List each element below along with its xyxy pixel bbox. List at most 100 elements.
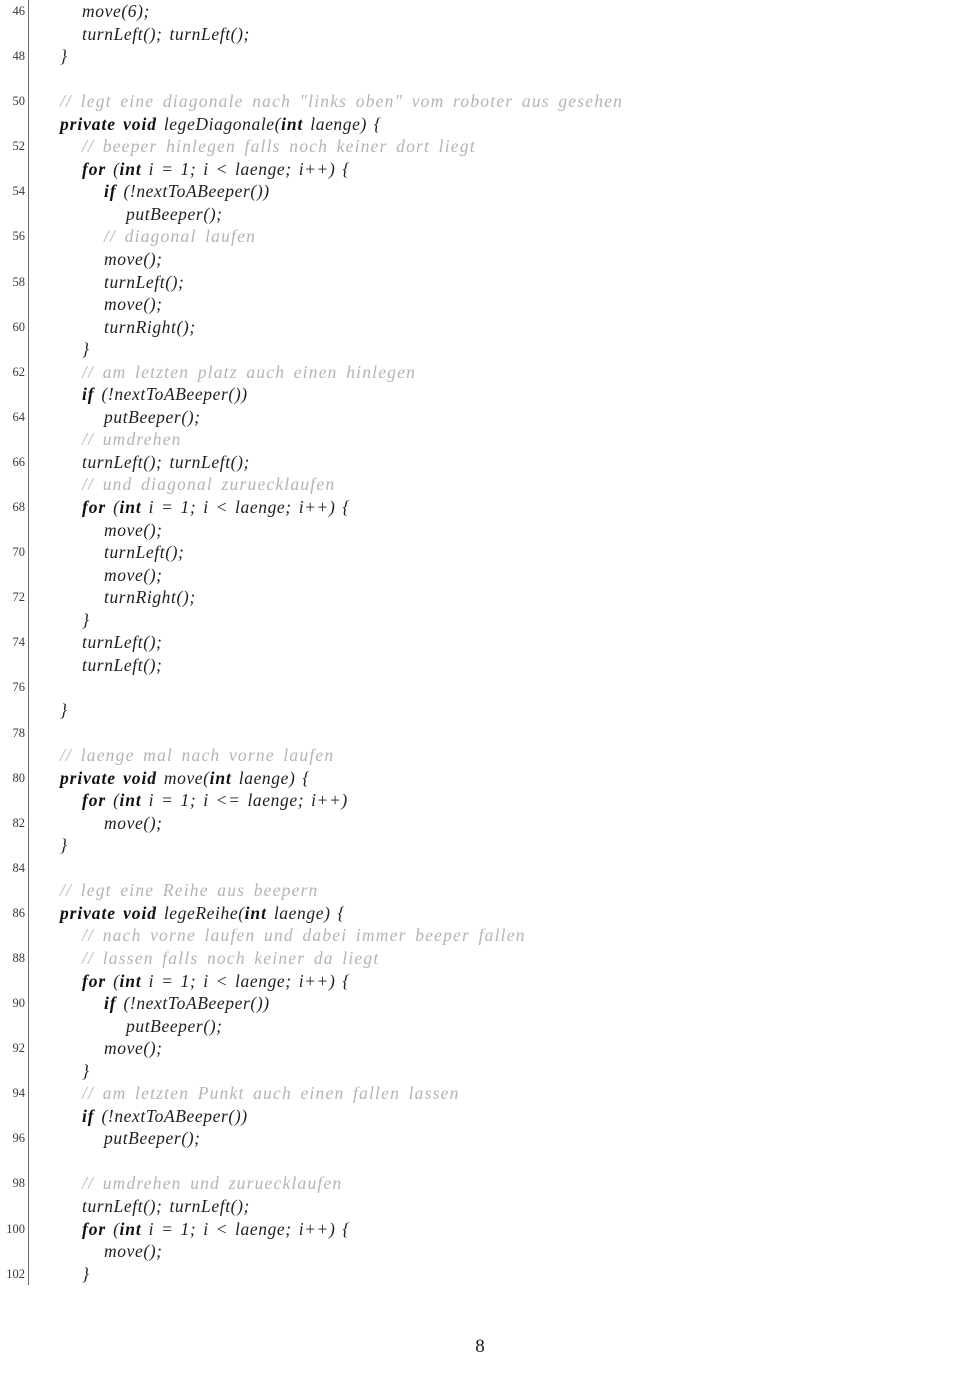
code-token-punc: }	[82, 609, 90, 630]
code-token-punc: }	[60, 835, 68, 856]
code-line-text: move();	[38, 248, 163, 271]
gutter-rule	[28, 992, 30, 1015]
gutter-rule	[28, 112, 30, 136]
code-token-id: move(	[156, 767, 210, 788]
gutter-rule	[28, 1014, 30, 1038]
code-token-cmt: // laenge mal nach vorne laufen	[60, 745, 335, 766]
line-number: 98	[12, 1176, 26, 1191]
code-line-text: putBeeper();	[38, 1015, 223, 1038]
code-token-cmt: // umdrehen	[82, 429, 182, 450]
code-line-text: for (int i = 1; i < laenge; i++) {	[38, 496, 350, 519]
line-number: 68	[12, 500, 26, 515]
code-token-id: (	[106, 970, 120, 991]
line-number: 76	[12, 680, 26, 695]
gutter-rule	[28, 180, 30, 203]
code-token-kw: for	[82, 970, 107, 991]
code-token-id: i = 1; i < laenge; i++) {	[141, 158, 350, 179]
code-line-text: // lassen falls noch keiner da liegt	[38, 947, 379, 970]
code-token-id: move();	[104, 519, 163, 540]
gutter-rule	[28, 1262, 30, 1286]
code-line: 46 move(6);	[0, 0, 960, 23]
code-token-kw: for	[82, 158, 107, 179]
line-number: 84	[12, 860, 26, 875]
code-token-id: (	[106, 790, 120, 811]
line-number: 94	[12, 1086, 26, 1101]
line-number: 92	[12, 1041, 26, 1056]
code-line: }	[0, 834, 960, 857]
gutter-rule	[28, 1082, 30, 1105]
code-line: 92 move();	[0, 1037, 960, 1060]
code-token-id: turnLeft();	[82, 654, 163, 675]
code-line: turnLeft();	[0, 653, 960, 677]
code-line: 96 putBeeper();	[0, 1127, 960, 1150]
code-line-text: turnLeft();	[38, 271, 184, 294]
code-line-text: turnLeft(); turnLeft();	[38, 1195, 250, 1218]
gutter-rule	[28, 924, 30, 947]
gutter-rule	[28, 383, 30, 406]
line-number: 50	[12, 94, 26, 109]
line-number: 64	[12, 409, 26, 424]
code-line: move();	[0, 1240, 960, 1263]
code-token-cmt: // beeper hinlegen falls noch keiner dor…	[82, 136, 476, 157]
gutter-rule	[28, 202, 30, 226]
code-token-kw: if	[104, 181, 117, 202]
code-line: move();	[0, 248, 960, 271]
code-token-id: move();	[104, 812, 163, 833]
code-line: 68 for (int i = 1; i < laenge; i++) {	[0, 496, 960, 519]
gutter-rule	[28, 1127, 30, 1150]
code-token-id: i = 1; i < laenge; i++) {	[141, 497, 350, 518]
code-token-id: putBeeper();	[126, 1015, 223, 1036]
code-line: 62 // am letzten platz auch einen hinlege…	[0, 360, 960, 384]
line-number: 66	[12, 454, 26, 469]
page-number: 8	[475, 1336, 485, 1357]
code-token-kw: int	[281, 113, 304, 134]
code-token-kw: int	[119, 158, 142, 179]
code-token-id: i = 1; i < laenge; i++) {	[141, 970, 350, 991]
line-number: 90	[12, 996, 26, 1011]
code-line-text: }	[38, 609, 90, 632]
code-line-text: // umdrehen und zuruecklaufen	[38, 1172, 342, 1195]
code-line: for (int i = 1; i <= laenge; i++)	[0, 789, 960, 812]
gutter-rule	[28, 563, 30, 587]
code-token-id: laenge) {	[266, 902, 346, 923]
line-number: 88	[12, 950, 26, 965]
code-token-id: (	[106, 158, 120, 179]
gutter-rule	[28, 157, 30, 181]
code-token-id: laenge) {	[303, 113, 382, 134]
code-token-id: (	[106, 1218, 120, 1239]
code-line: 94 // am letzten Punkt auch einen fallen …	[0, 1082, 960, 1105]
code-line-text: }	[38, 699, 68, 722]
code-line: 74 turnLeft();	[0, 631, 960, 654]
code-token-kw: private void	[60, 113, 157, 134]
code-line: // nach vorne laufen und dabei immer bee…	[0, 924, 960, 947]
code-line-text: move();	[38, 812, 163, 835]
code-token-id: move();	[104, 1241, 163, 1262]
code-line: 58 turnLeft();	[0, 270, 960, 294]
code-line: for (int i = 1; i < laenge; i++) {	[0, 969, 960, 993]
code-line-text: for (int i = 1; i < laenge; i++) {	[38, 158, 350, 181]
code-line: 50 // legt eine diagonale nach "links obe…	[0, 90, 960, 113]
code-line-text: // am letzten platz auch einen hinlegen	[38, 361, 416, 384]
gutter-rule	[28, 721, 30, 745]
code-token-kw: if	[82, 1105, 95, 1126]
code-line-text: putBeeper();	[38, 406, 201, 429]
code-line-text: private void legeDiagonale(int laenge) {	[38, 113, 382, 136]
code-line: // und diagonal zuruecklaufen	[0, 473, 960, 497]
code-line: }	[0, 608, 960, 632]
gutter-rule	[28, 744, 30, 767]
line-number: 78	[12, 725, 26, 740]
code-token-kw: int	[209, 767, 232, 788]
code-line-text: move();	[38, 293, 163, 316]
code-line: }	[0, 698, 960, 722]
line-number: 80	[12, 770, 26, 785]
code-line: 84	[0, 856, 960, 880]
code-token-id: (!nextToABeeper())	[94, 384, 248, 405]
code-token-id: move();	[104, 564, 163, 585]
code-token-id: turnLeft(); turnLeft();	[82, 1195, 250, 1216]
code-line-text: if (!nextToABeeper())	[38, 383, 248, 406]
code-token-kw: for	[82, 1218, 107, 1239]
code-token-cmt: // am letzten platz auch einen hinlegen	[82, 361, 417, 382]
gutter-rule	[28, 586, 30, 609]
code-line	[0, 67, 960, 91]
gutter-rule	[28, 811, 30, 835]
